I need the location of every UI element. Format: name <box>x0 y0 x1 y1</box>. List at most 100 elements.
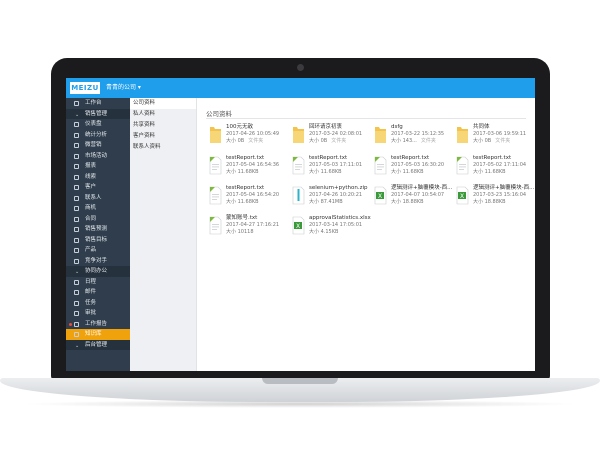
file-card[interactable]: testReport.txt 2017-05-04 16:54:36 大小 11.6… <box>209 155 289 183</box>
sidebar-item[interactable]: 销售预测 <box>66 224 130 235</box>
subnav-item[interactable]: 公司资料 <box>130 98 196 109</box>
subnav-item[interactable]: 共享资料 <box>130 120 196 131</box>
file-size: 大小 11.68KB <box>391 169 424 176</box>
file-card[interactable]: dsfg 2017-03-22 15:12:35 大小 143... 文件夹 <box>374 124 454 152</box>
sidebar-item[interactable]: 销售目标 <box>66 235 130 246</box>
file-size: 大小 0B 文件夹 <box>473 138 510 145</box>
subnav-item[interactable]: 私人资料 <box>130 109 196 120</box>
menu-item-icon <box>74 258 79 264</box>
sidebar-item[interactable]: 统计分析 <box>66 130 130 141</box>
file-size-value: 大小 4.15KB <box>309 229 339 235</box>
xls-file-icon: X <box>292 216 305 235</box>
sidebar-item-label: 日程 <box>85 278 97 285</box>
svg-text:X: X <box>296 223 300 230</box>
file-name[interactable]: testReport.txt <box>226 185 264 192</box>
file-size: 大小 10118 <box>226 229 254 236</box>
file-card[interactable]: XapprovalStatistics.xlsx 2017-03-14 17:05… <box>292 215 372 243</box>
file-date: 2017-05-03 17:11:01 <box>309 162 363 168</box>
file-date: 2017-03-22 15:12:35 <box>391 131 445 137</box>
sidebar-item[interactable]: 工作台 <box>66 98 130 109</box>
file-card[interactable]: 蒙知账号.txt 2017-04-27 17:16:21 大小 10118 <box>209 215 289 243</box>
sidebar-item[interactable]: 市场活动 <box>66 151 130 162</box>
file-card[interactable]: testReport.txt 2017-05-03 16:30:20 大小 11.6… <box>374 155 454 183</box>
xls-file-icon: X <box>374 186 387 205</box>
sidebar-item-label: 联系人 <box>85 194 102 201</box>
sidebar-item-label: 竞争对手 <box>85 257 108 264</box>
file-name[interactable]: 蒙知账号.txt <box>226 215 257 222</box>
file-card[interactable]: X 逻辑测评+脑覆模块-西... 2017-04-07 10:54:07 大小 18.… <box>374 185 454 213</box>
file-card[interactable]: X 逻辑测评+脑覆模块-西... 2017-03-23 15:16:04 大小 18.… <box>456 185 535 213</box>
sidebar-section[interactable]: ⌄ 销售管理 <box>66 108 130 119</box>
sidebar-item[interactable]: 联系人 <box>66 193 130 204</box>
menu-item-icon <box>74 122 79 127</box>
subnav-item[interactable]: 客户资料 <box>130 131 196 142</box>
file-card[interactable]: 共同体 2017-03-06 19:59:11 大小 0B 文件夹 <box>456 124 535 152</box>
file-size: 大小 11.68KB <box>226 199 259 206</box>
file-type-tag: 文件夹 <box>495 138 511 144</box>
file-size: 大小 11.68KB <box>226 169 259 176</box>
file-name[interactable]: testReport.txt <box>226 155 264 162</box>
sidebar-item[interactable]: 产品 <box>66 245 130 256</box>
file-card[interactable]: selenium+python.zip 2017-04-26 10:20:21 大小… <box>292 185 372 213</box>
webcam-icon <box>297 64 304 71</box>
sidebar-section[interactable]: ⌄ 协同办公 <box>66 266 130 277</box>
file-name[interactable]: testReport.txt <box>473 155 511 162</box>
sidebar-item[interactable]: 仪表盘 <box>66 119 130 130</box>
menu-item-icon <box>74 227 79 232</box>
sidebar-item-label: 工作台 <box>85 100 102 106</box>
sidebar-item[interactable]: 竞争对手 <box>66 256 130 267</box>
folder-file-icon <box>456 125 469 144</box>
sidebar-item[interactable]: 报表 <box>66 161 130 172</box>
company-switcher[interactable]: 青青的公司 ▾ <box>106 83 141 93</box>
sidebar-item[interactable]: 日程 <box>66 277 130 288</box>
file-size-value: 大小 0B <box>226 138 245 144</box>
sidebar-item[interactable]: 审批 <box>66 308 130 319</box>
sidebar-item[interactable]: 知识库 <box>66 329 130 340</box>
file-card[interactable]: testReport.txt 2017-05-03 17:11:01 大小 11.6… <box>292 155 372 183</box>
file-name[interactable]: 逻辑测评+脑覆模块-西... <box>391 185 452 192</box>
file-date: 2017-03-14 17:05:01 <box>309 222 363 228</box>
sidebar-item-label: 销售预测 <box>85 226 108 232</box>
menu-item-icon <box>74 132 79 138</box>
sidebar-item-label: 任务 <box>85 299 97 306</box>
file-size: 大小 0B 文件夹 <box>226 138 263 145</box>
subnav-item[interactable]: 联系人资料 <box>130 142 196 153</box>
file-date: 2017-03-23 15:16:04 <box>473 192 527 198</box>
file-date: 2017-05-02 17:11:04 <box>473 162 527 168</box>
title-divider <box>206 118 526 119</box>
menu-item-icon <box>74 248 79 253</box>
file-name[interactable]: testReport.txt <box>309 155 347 162</box>
file-name[interactable]: dsfg <box>391 124 403 131</box>
zip-file-icon <box>292 186 305 205</box>
file-card[interactable]: 回环请京初衷 2017-03-24 02:08:01 大小 0B 文件夹 <box>292 124 372 152</box>
file-card[interactable]: testReport.txt 2017-05-04 16:54:20 大小 11.6… <box>209 185 289 213</box>
sidebar-item[interactable]: 工作报告 <box>66 319 130 330</box>
menu-item-icon <box>74 101 79 106</box>
file-date: 2017-04-07 10:54:07 <box>391 192 445 198</box>
sidebar-item[interactable]: 线索 <box>66 172 130 183</box>
file-name[interactable]: approvalStatistics.xlsx <box>309 215 371 222</box>
file-name[interactable]: 回环请京初衷 <box>309 124 342 131</box>
file-size-value: 大小 0B <box>473 138 492 144</box>
file-name[interactable]: testReport.txt <box>391 155 429 162</box>
txt-file-icon <box>209 156 222 175</box>
sidebar-item[interactable]: 商机 <box>66 203 130 214</box>
file-name[interactable]: 逻辑测评+脑覆模块-西... <box>473 185 534 192</box>
brand-logo[interactable]: MEIZU <box>70 82 100 94</box>
sidebar-item[interactable]: 客户 <box>66 182 130 193</box>
sidebar-section[interactable]: ⌄ 后台管理 <box>66 339 130 350</box>
menu-item-icon <box>74 279 79 285</box>
sidebar-item[interactable]: 邮件 <box>66 287 130 298</box>
file-name[interactable]: selenium+python.zip <box>309 185 368 192</box>
file-name[interactable]: 共同体 <box>473 124 490 131</box>
file-browser: 公司资料 100元无敌 2017-04-26 10:05:49 大小 0B 文件夹 回环… <box>197 98 535 371</box>
sidebar-item-label: 仪表盘 <box>85 121 102 127</box>
file-card[interactable]: 100元无敌 2017-04-26 10:05:49 大小 0B 文件夹 <box>209 124 289 152</box>
sidebar-item[interactable]: 合同 <box>66 214 130 225</box>
file-name[interactable]: 100元无敌 <box>226 124 253 131</box>
sidebar-item[interactable]: 微营销 <box>66 140 130 151</box>
file-card[interactable]: testReport.txt 2017-05-02 17:11:04 大小 11.6… <box>456 155 535 183</box>
sidebar-item[interactable]: 任务 <box>66 298 130 309</box>
app-screen: MEIZU 青青的公司 ▾ 工作台 ⌄ 销售管理仪表盘统计分析 微营销 市场活动 报表 线索… <box>66 78 535 371</box>
menu-item-icon <box>74 164 79 169</box>
